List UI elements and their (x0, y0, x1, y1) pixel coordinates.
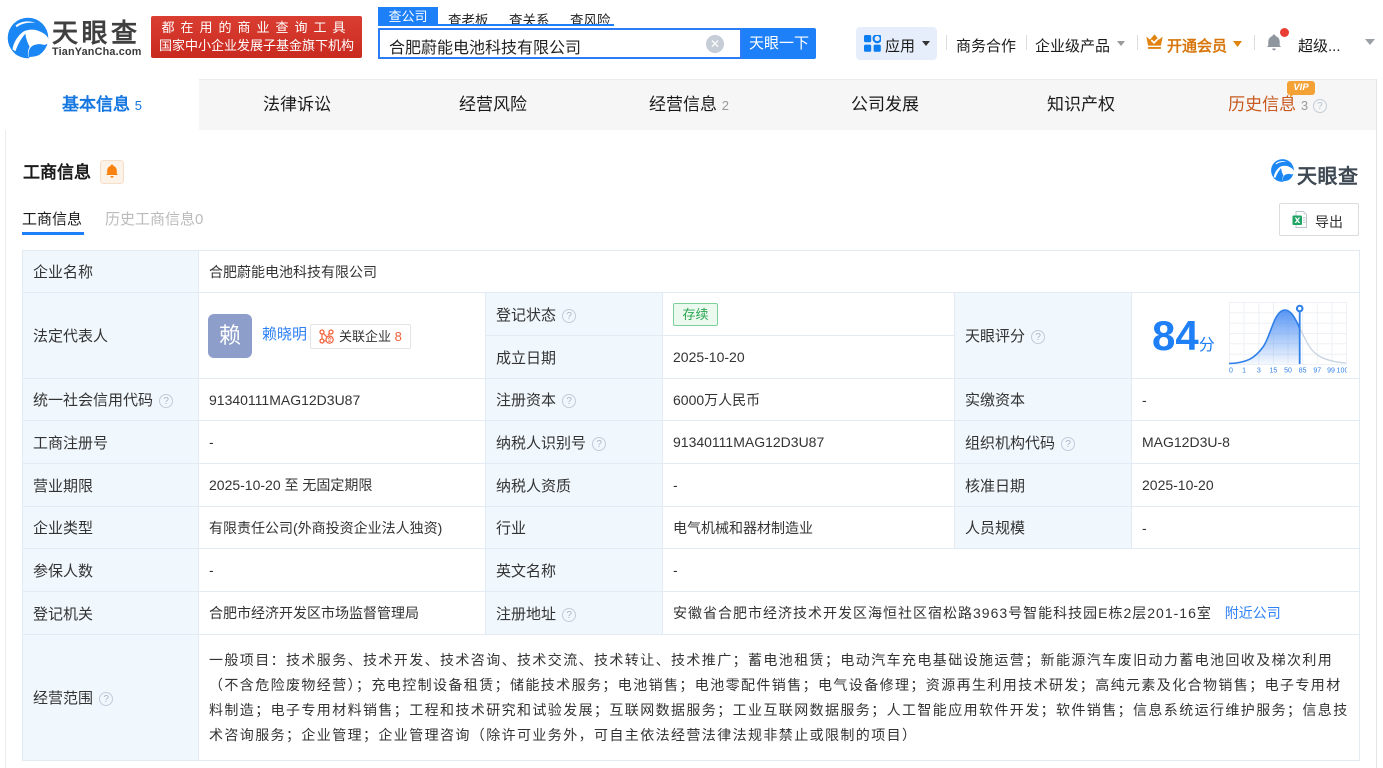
svg-text:50: 50 (1284, 368, 1292, 375)
svg-text:1: 1 (1242, 368, 1246, 375)
svg-text:3: 3 (1257, 368, 1261, 375)
svg-text:0: 0 (1229, 368, 1233, 375)
svg-text:99: 99 (1327, 368, 1335, 375)
svg-text:15: 15 (1270, 368, 1278, 375)
svg-text:97: 97 (1313, 368, 1321, 375)
svg-text:100: 100 (1337, 368, 1347, 375)
svg-text:85: 85 (1299, 368, 1307, 375)
